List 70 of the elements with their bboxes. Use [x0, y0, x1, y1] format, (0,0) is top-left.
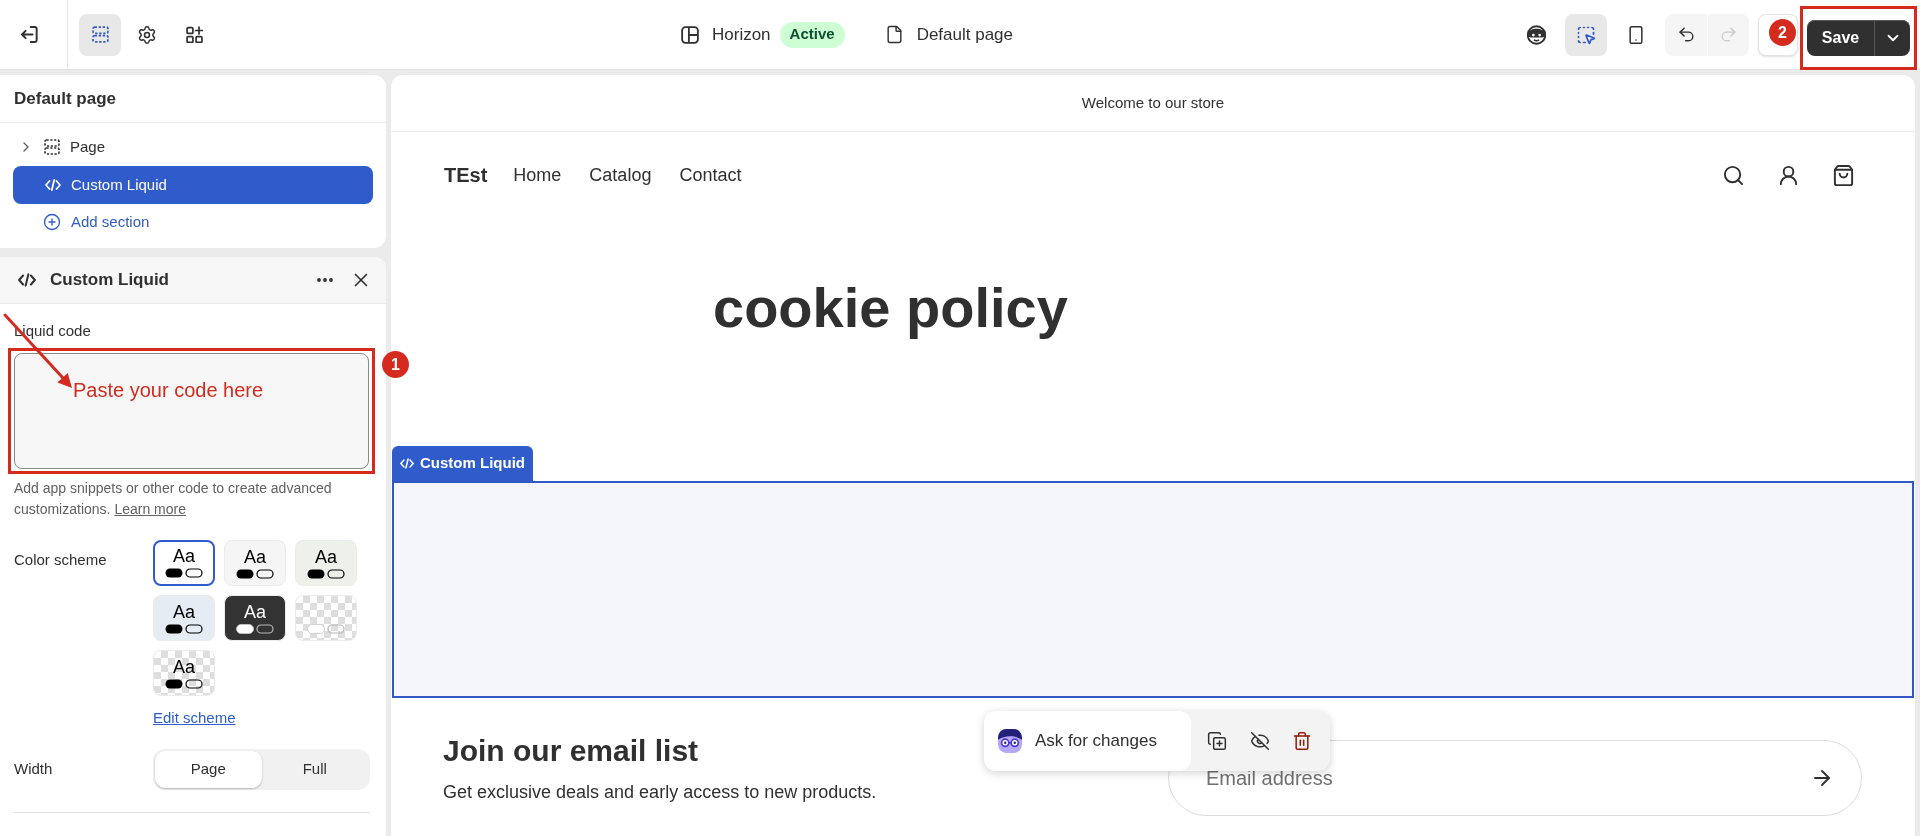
page-name: Default page [916, 23, 1014, 46]
theme-status: Active [779, 21, 845, 48]
announcement-text: Welcome to our store [1081, 92, 1225, 113]
goggles-face-icon [1526, 24, 1546, 45]
code-icon [18, 273, 36, 287]
button-pills-icon [307, 624, 345, 634]
cart-button[interactable] [1832, 163, 1855, 187]
section-tag-label: Custom Liquid [420, 453, 525, 474]
button-pills-icon [236, 569, 274, 579]
account-button[interactable] [1777, 163, 1800, 187]
exit-icon [20, 26, 38, 43]
code-icon [45, 179, 61, 191]
button-pills-icon [165, 568, 203, 578]
color-scheme-swatch[interactable]: Aa [153, 540, 215, 586]
newsletter-text: Get exclusive deals and early access to new products. [443, 781, 877, 804]
search-icon [1722, 163, 1745, 187]
width-option[interactable]: Page [155, 751, 262, 788]
tree-item[interactable]: Custom Liquid [13, 166, 373, 204]
save-button[interactable]: Save [1807, 20, 1874, 56]
edit-scheme-link[interactable]: Edit scheme [153, 708, 236, 728]
dashed-rows-icon [44, 139, 60, 155]
page-heading: cookie policy [713, 276, 1068, 340]
color-scheme-swatch[interactable] [295, 595, 357, 641]
theme-name: Horizon [712, 23, 771, 46]
nav-link[interactable]: Contact [679, 161, 742, 189]
nav-link[interactable]: Catalog [589, 161, 652, 189]
sidebar-title: Default page [14, 87, 117, 110]
learn-more-link[interactable]: Learn more [114, 501, 186, 517]
panel-title: Custom Liquid [50, 269, 169, 292]
select-cursor-icon [1576, 24, 1596, 45]
width-option[interactable]: Full [261, 751, 368, 788]
trash-icon [1292, 731, 1312, 751]
newsletter-title: Join our email list [443, 734, 699, 768]
color-scheme-swatch[interactable]: Aa [295, 540, 357, 586]
settings-icon [137, 24, 157, 45]
eye-off-icon [1250, 731, 1270, 751]
apps-plus-icon [185, 26, 203, 43]
button-pills-icon [165, 624, 203, 634]
button-pills-icon [165, 679, 203, 689]
store-logo: TEst [444, 163, 488, 188]
add-section-link[interactable]: Add section [13, 204, 373, 240]
code-icon [400, 458, 414, 469]
search-button[interactable] [1722, 163, 1745, 187]
inspect-button[interactable] [1565, 13, 1607, 56]
button-pills-icon [307, 569, 345, 579]
layout-icon [681, 25, 699, 44]
ellipsis-icon [317, 278, 333, 282]
color-scheme-label: Color scheme [14, 550, 108, 570]
page-icon [884, 25, 904, 44]
redo-icon [1719, 25, 1738, 44]
color-scheme-swatch[interactable]: Aa [224, 595, 286, 641]
phone-icon [1626, 24, 1646, 45]
email-field[interactable]: Email address [1168, 740, 1862, 816]
button-pills-icon [236, 624, 274, 634]
color-scheme-swatch[interactable]: Aa [224, 540, 286, 586]
plus-circle-icon [43, 213, 61, 231]
robot-avatar-icon [998, 729, 1022, 753]
dashed-rows-icon [91, 26, 109, 43]
color-scheme-swatch[interactable]: Aa [153, 595, 215, 641]
person-icon [1777, 163, 1800, 187]
width-label: Width [14, 759, 54, 780]
nav-link[interactable]: Home [513, 161, 562, 189]
annotation-note: Paste your code here [73, 378, 264, 402]
help-text: Add app snippets or other code to create advanced customizations. Learn more [14, 479, 333, 519]
bag-icon [1832, 163, 1855, 187]
save-menu-button[interactable] [1874, 20, 1910, 56]
copy-plus-icon [1207, 731, 1227, 751]
ask-for-changes-button[interactable]: Ask for changes [984, 711, 1191, 771]
color-scheme-swatch[interactable]: Aa [153, 650, 215, 696]
sections-button[interactable] [79, 13, 121, 56]
